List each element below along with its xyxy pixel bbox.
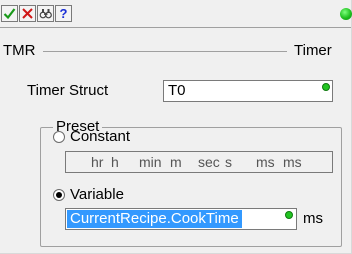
- valid-indicator-icon: [285, 211, 293, 219]
- close-x-icon: [22, 8, 33, 19]
- accept-button[interactable]: [1, 5, 18, 22]
- instruction-type-label: TMR: [3, 42, 36, 59]
- hours-input[interactable]: hr: [91, 152, 103, 172]
- constant-label: Constant: [70, 128, 131, 145]
- variable-input[interactable]: CurrentRecipe.CookTime: [65, 208, 297, 230]
- hours-unit: h: [111, 154, 119, 170]
- timer-struct-label: Timer Struct: [27, 82, 109, 99]
- checkmark-icon: [3, 8, 16, 20]
- ms-input[interactable]: ms: [256, 152, 275, 172]
- status-indicator: [340, 8, 352, 20]
- timer-struct-value: T0: [168, 82, 186, 99]
- constant-radio[interactable]: [53, 131, 65, 143]
- cancel-button[interactable]: [19, 5, 36, 22]
- variable-value: CurrentRecipe.CookTime: [67, 210, 242, 228]
- constant-duration-field: hr h min m sec s ms ms: [65, 151, 333, 173]
- variable-radio[interactable]: [53, 189, 65, 201]
- seconds-unit: s: [225, 154, 232, 170]
- help-icon: ?: [59, 6, 68, 21]
- instruction-name-label: Timer: [294, 42, 332, 59]
- toolbar-separator: [0, 27, 351, 28]
- header-divider: [43, 51, 287, 52]
- dialog-panel: ? TMR Timer Timer Struct T0 Preset Const…: [0, 0, 352, 254]
- valid-indicator-icon: [322, 83, 330, 91]
- timer-struct-input[interactable]: T0: [163, 80, 333, 102]
- search-binoculars-icon: [39, 9, 52, 19]
- seconds-input[interactable]: sec: [198, 152, 220, 172]
- variable-label: Variable: [70, 186, 124, 203]
- minutes-unit: m: [170, 154, 182, 170]
- ms-unit: ms: [283, 154, 302, 170]
- variable-unit-label: ms: [303, 210, 323, 227]
- minutes-input[interactable]: min: [139, 152, 162, 172]
- help-button[interactable]: ?: [55, 5, 72, 22]
- find-button[interactable]: [37, 5, 54, 22]
